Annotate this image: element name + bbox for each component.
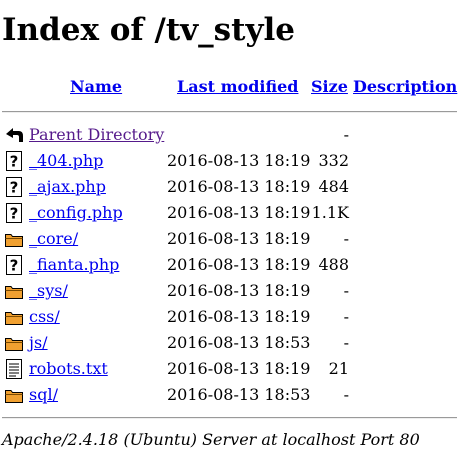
file-row: ? _config.php 2016-08-13 18:19 1.1K <box>0 201 472 225</box>
file-size: 1.1K <box>311 203 349 222</box>
page-title: Index of /tv_style <box>2 12 295 48</box>
column-header-description[interactable]: Description <box>353 77 457 97</box>
svg-text:?: ? <box>10 205 19 223</box>
svg-text:?: ? <box>10 153 19 171</box>
last-modified: 2016-08-13 18:19 <box>167 203 311 222</box>
last-modified: 2016-08-13 18:19 <box>167 151 311 170</box>
file-link[interactable]: _fianta.php <box>29 255 119 275</box>
last-modified: 2016-08-13 18:19 <box>167 177 311 196</box>
file-link[interactable]: _config.php <box>29 203 123 223</box>
folder-row: _core/ 2016-08-13 18:19 - <box>0 227 472 251</box>
folder-row: css/ 2016-08-13 18:19 - <box>0 305 472 329</box>
file-size: - <box>343 125 349 144</box>
last-modified: 2016-08-13 18:53 <box>167 333 311 352</box>
file-row: robots.txt 2016-08-13 18:19 21 <box>0 357 472 381</box>
parent-directory-row: Parent Directory - <box>0 123 472 147</box>
last-modified: 2016-08-13 18:19 <box>167 229 311 248</box>
unknown-file-icon: ? <box>4 255 24 275</box>
folder-icon <box>4 385 24 405</box>
server-signature: Apache/2.4.18 (Ubuntu) Server at localho… <box>2 430 420 449</box>
file-link[interactable]: robots.txt <box>29 359 108 379</box>
folder-link[interactable]: _core/ <box>29 229 78 249</box>
folder-row: sql/ 2016-08-13 18:53 - <box>0 383 472 407</box>
folder-link[interactable]: css/ <box>29 307 60 327</box>
folder-row: _sys/ 2016-08-13 18:19 - <box>0 279 472 303</box>
file-size: - <box>343 333 349 352</box>
column-header-last-modified[interactable]: Last modified <box>177 77 298 97</box>
file-size: - <box>343 385 349 404</box>
file-row: ? _404.php 2016-08-13 18:19 332 <box>0 149 472 173</box>
footer-divider <box>2 417 457 419</box>
file-size: - <box>343 229 349 248</box>
file-size: 21 <box>328 359 349 378</box>
folder-link[interactable]: sql/ <box>29 385 58 405</box>
unknown-file-icon: ? <box>4 203 24 223</box>
back-arrow-icon <box>4 125 24 145</box>
file-size: - <box>343 281 349 300</box>
last-modified: 2016-08-13 18:53 <box>167 385 311 404</box>
file-row: ? _fianta.php 2016-08-13 18:19 488 <box>0 253 472 277</box>
text-file-icon <box>4 359 24 379</box>
parent-directory-link[interactable]: Parent Directory <box>29 125 164 145</box>
svg-text:?: ? <box>10 179 19 197</box>
last-modified: 2016-08-13 18:19 <box>167 281 311 300</box>
header-divider <box>2 111 457 113</box>
last-modified: 2016-08-13 18:19 <box>167 359 311 378</box>
folder-icon <box>4 281 24 301</box>
unknown-file-icon: ? <box>4 177 24 197</box>
folder-link[interactable]: _sys/ <box>29 281 68 301</box>
svg-text:?: ? <box>10 257 19 275</box>
last-modified: 2016-08-13 18:19 <box>167 307 311 326</box>
file-size: - <box>343 307 349 326</box>
folder-icon <box>4 333 24 353</box>
file-size: 488 <box>318 255 349 274</box>
file-link[interactable]: _ajax.php <box>29 177 106 197</box>
file-link[interactable]: _404.php <box>29 151 103 171</box>
folder-link[interactable]: js/ <box>29 333 48 353</box>
file-size: 332 <box>318 151 349 170</box>
file-size: 484 <box>318 177 349 196</box>
column-header-name[interactable]: Name <box>70 77 122 97</box>
file-row: ? _ajax.php 2016-08-13 18:19 484 <box>0 175 472 199</box>
folder-row: js/ 2016-08-13 18:53 - <box>0 331 472 355</box>
column-header-size[interactable]: Size <box>311 77 348 97</box>
folder-icon <box>4 229 24 249</box>
folder-icon <box>4 307 24 327</box>
last-modified: 2016-08-13 18:19 <box>167 255 311 274</box>
unknown-file-icon: ? <box>4 151 24 171</box>
